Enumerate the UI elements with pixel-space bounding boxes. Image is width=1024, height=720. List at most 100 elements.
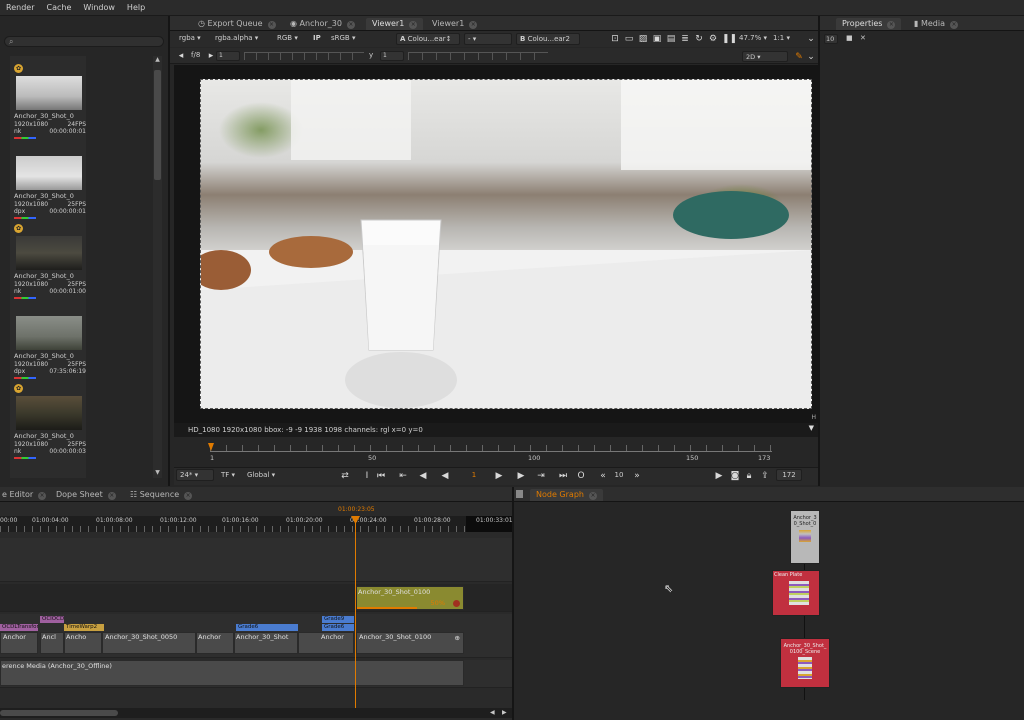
gain-input[interactable]: 1 — [216, 51, 240, 61]
lock-icon[interactable]: ■ — [846, 34, 853, 42]
menu-window[interactable]: Window — [77, 0, 121, 12]
tab-node-graph[interactable]: Node Graph × — [530, 489, 603, 501]
tab-sequence[interactable]: ☷ Sequence × — [124, 489, 198, 501]
effect-tag[interactable]: OCIOCD — [40, 616, 64, 623]
loop-icon[interactable]: ⇄ — [340, 471, 350, 481]
prev-keyframe-icon[interactable]: ⇤ — [398, 471, 408, 481]
bin-clip[interactable]: Anchor_30_Shot_0 1920x1080 25FPS dpx 07:35… — [12, 312, 86, 392]
timeline-clip[interactable]: Anchor — [0, 632, 38, 654]
tab-timeline-editor[interactable]: e Editor × — [0, 489, 52, 501]
clip-shot-0100-top[interactable]: Anchor_30_Shot_0100 50% — [356, 586, 464, 610]
effect-tag[interactable]: Grade6 — [322, 624, 354, 631]
effect-tag[interactable]: Grade6 — [236, 624, 298, 631]
tab-export-queue[interactable]: ◷ Export Queue × — [192, 18, 282, 30]
roi-icon[interactable]: ⊡ — [610, 34, 620, 44]
stop-icon[interactable] — [453, 600, 460, 607]
safe-area-icon[interactable]: ▭ — [624, 34, 634, 44]
timeline-clip[interactable]: Anchor — [196, 632, 234, 654]
node-graph-canvas[interactable]: Anchor_3 0_Shot_0 Clean Plate Anchor_30_… — [514, 502, 1024, 720]
expand-icon[interactable]: ▼ — [809, 424, 814, 432]
gamma-input[interactable]: 1 — [380, 51, 404, 61]
scene-node[interactable]: Anchor_30_Shot_ 0100_Scene — [780, 638, 830, 688]
first-frame-icon[interactable]: ⏮ — [376, 471, 386, 481]
read-node[interactable]: Anchor_3 0_Shot_0 — [790, 510, 820, 564]
close-icon[interactable]: × — [107, 492, 116, 500]
prev-frame-icon[interactable]: ◀ — [418, 471, 428, 481]
bin-clip[interactable]: ✿ Anchor_30_Shot_0 1920x1080 25FPS nk 00:0… — [12, 224, 86, 304]
out-point-icon[interactable]: O — [576, 471, 586, 481]
zoom-dropdown[interactable]: 47.7% ▾ — [736, 33, 770, 45]
clear-icon[interactable]: ✕ — [860, 34, 866, 42]
timeline-clip[interactable]: Anchor_30_Shot — [234, 632, 298, 654]
effect-tag[interactable]: OCDLTransfor — [0, 624, 38, 631]
max-panels-input[interactable]: 10 — [824, 34, 838, 44]
scroll-left-icon[interactable]: ◀ — [490, 709, 495, 716]
timeline-clip[interactable]: Anchor — [298, 632, 354, 654]
close-icon[interactable]: × — [267, 21, 276, 29]
lut-dropdown[interactable]: sRGB ▾ — [328, 33, 359, 45]
scroll-down-icon[interactable]: ▼ — [153, 469, 162, 478]
record-icon[interactable]: ◙ — [730, 471, 740, 481]
panel-menu-icon[interactable] — [516, 490, 523, 498]
next-frame-icon[interactable]: ▶ — [516, 471, 526, 481]
close-icon[interactable]: × — [469, 21, 478, 29]
scroll-thumb[interactable] — [154, 70, 161, 180]
export-icon[interactable]: ⇪ — [760, 471, 770, 481]
bin-clip[interactable]: ✿ Anchor_30_Shot_0 1920x1080 24FPS nk 00:0… — [12, 64, 86, 144]
close-icon[interactable]: × — [949, 21, 958, 29]
paint-icon[interactable]: ✎ — [794, 52, 804, 62]
frame-input[interactable]: 1 — [464, 470, 484, 482]
next-keyframe-icon[interactable]: ⇥ — [536, 471, 546, 481]
close-icon[interactable]: × — [346, 21, 355, 29]
scroll-up-icon[interactable]: ▲ — [153, 56, 162, 65]
frame-slider[interactable]: 1 50 100 150 173 — [174, 437, 818, 467]
tab-properties[interactable]: Properties × — [836, 18, 902, 30]
close-icon[interactable]: × — [588, 492, 597, 500]
view-mode-dropdown[interactable]: 2D ▾ — [742, 51, 788, 62]
close-icon[interactable]: × — [887, 21, 896, 29]
playhead-line[interactable] — [355, 516, 356, 708]
monitor-out-icon[interactable]: ▶ — [714, 471, 724, 481]
effect-tag[interactable]: TimeWarp2 — [64, 624, 104, 631]
link-icon[interactable]: ⊕ — [455, 634, 460, 642]
timeline-clip[interactable]: Ancl — [40, 632, 64, 654]
bin-scrollbar[interactable]: ▲ ▼ — [153, 56, 162, 478]
close-icon[interactable]: × — [184, 492, 193, 500]
viewer-canvas[interactable]: H — [174, 65, 818, 423]
fps-dropdown[interactable]: 24* ▾ — [176, 469, 214, 481]
end-frame-input[interactable]: 172 — [776, 469, 802, 481]
settings-icon[interactable]: ⚙ — [708, 34, 718, 44]
tab-anchor-30[interactable]: ◉ Anchor_30 × — [284, 18, 361, 30]
tf-dropdown[interactable]: TF ▾ — [218, 470, 238, 482]
b-input-dropdown[interactable]: B Colou...ear2 — [516, 33, 580, 45]
scroll-thumb[interactable] — [0, 710, 118, 716]
tab-viewer1-2[interactable]: Viewer1 × — [426, 18, 483, 30]
play-left-icon[interactable]: ◂ — [176, 51, 186, 61]
play-right-icon[interactable]: ▸ — [206, 51, 216, 61]
timeline-clip[interactable]: Ancho — [64, 632, 102, 654]
tab-media[interactable]: ▮ Media × — [908, 18, 964, 30]
tab-dope-sheet[interactable]: Dope Sheet × — [50, 489, 122, 501]
skip-forward-icon[interactable]: » — [632, 471, 642, 481]
tab-viewer1[interactable]: Viewer1 × — [366, 18, 424, 30]
menu-help[interactable]: Help — [121, 0, 151, 12]
chevron-down-icon[interactable]: ⌄ — [806, 52, 816, 62]
gain-icon[interactable]: ▣ — [652, 34, 662, 44]
step-input[interactable]: 10 — [610, 470, 628, 482]
composite-dropdown[interactable]: - ▾ — [464, 33, 512, 45]
skip-back-icon[interactable]: « — [598, 471, 608, 481]
play-forward-icon[interactable]: ▶ — [494, 471, 504, 481]
pause-icon[interactable]: ❚❚ — [722, 34, 737, 44]
bin-clip[interactable]: ✿ Anchor_30_Shot_0 1920x1080 25FPS nk 00:0… — [12, 384, 86, 474]
panel-divider[interactable] — [818, 16, 820, 486]
lock-icon[interactable]: 🔒︎ — [744, 471, 754, 481]
input-process-toggle[interactable]: IP — [310, 33, 324, 45]
timeline-scrollbar[interactable]: ◀ ▶ — [0, 708, 512, 718]
last-frame-icon[interactable]: ⏭ — [558, 471, 568, 481]
close-icon[interactable]: × — [38, 492, 47, 500]
global-dropdown[interactable]: Global ▾ — [244, 470, 278, 482]
play-backward-icon[interactable]: ◀ — [440, 471, 450, 481]
timeline-clip[interactable]: Anchor_30_Shot_0050 — [102, 632, 196, 654]
alpha-dropdown[interactable]: rgba.alpha ▾ — [212, 33, 261, 45]
close-icon[interactable]: × — [409, 21, 418, 29]
